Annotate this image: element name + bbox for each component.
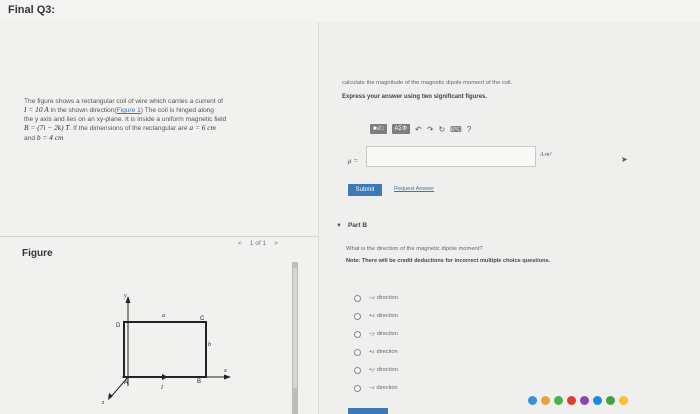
label-y: y [123, 293, 127, 299]
option-label: direction [376, 349, 398, 355]
math-toolbar: ■√□ ΑΣΦ ↶ ↷ ↻ ⌨ ? [370, 123, 471, 135]
label-corner-a: A [124, 380, 128, 386]
note-text: Note: There will be credit deductions fo… [346, 258, 551, 264]
unit-label: A·m² [540, 152, 552, 158]
mu-label: μ = [348, 157, 358, 165]
option-row[interactable]: − y direction [354, 325, 398, 343]
radio-button[interactable] [354, 366, 361, 374]
app-icon[interactable] [554, 396, 563, 405]
option-axis: z [372, 385, 375, 391]
collapse-triangle-icon[interactable]: ▼ [336, 223, 342, 229]
app-icon[interactable] [606, 396, 615, 405]
label-current: I [160, 385, 164, 391]
option-row[interactable]: + z direction [354, 343, 398, 361]
app-icon[interactable] [593, 396, 602, 405]
part-a-instruction: Express your answer using two significan… [342, 94, 488, 100]
submit-button[interactable]: Submit [348, 184, 382, 196]
part-b-header[interactable]: ▼ Part B [336, 222, 367, 229]
label-corner-c: C [200, 316, 205, 322]
app-icon[interactable] [567, 396, 576, 405]
radio-button[interactable] [354, 348, 361, 356]
option-axis: y [372, 331, 375, 337]
keyboard-icon[interactable]: ⌨ [450, 125, 462, 134]
answer-input[interactable] [366, 146, 536, 167]
coil-diagram: y x z a b I A B C D [101, 293, 231, 406]
part-b-question: What is the direction of the magnetic di… [346, 246, 483, 252]
z-arrow-icon [108, 393, 113, 400]
greek-symbols-button[interactable]: ΑΣΦ [391, 124, 411, 134]
app-icon[interactable] [528, 396, 537, 405]
app-icon[interactable] [580, 396, 589, 405]
help-icon[interactable]: ? [467, 125, 471, 134]
part-b-title: Part B [347, 222, 368, 229]
option-row[interactable]: − z direction [354, 379, 398, 397]
part-a-question: calculate the magnitude of the magnetic … [342, 80, 513, 86]
templates-button[interactable]: ■√□ [370, 124, 387, 134]
direction-options: − x direction + x direction − y direction +… [354, 289, 398, 397]
label-b: b [208, 342, 211, 348]
option-axis: x [372, 313, 375, 319]
app-icon[interactable] [619, 396, 628, 405]
request-answer-link[interactable]: Request Answer [394, 186, 434, 192]
label-a: a [162, 313, 165, 319]
label-x: x [223, 368, 227, 374]
taskbar-icons [528, 396, 628, 405]
option-row[interactable]: + y direction [354, 361, 398, 379]
redo-icon[interactable]: ↷ [427, 125, 434, 134]
app-icon[interactable] [541, 396, 550, 405]
radio-button[interactable] [354, 294, 361, 302]
part-b-submit-button[interactable] [348, 408, 388, 414]
label-z: z [101, 400, 105, 406]
option-axis: x [372, 295, 375, 301]
label-corner-d: D [116, 323, 121, 329]
radio-button[interactable] [354, 384, 361, 392]
option-label: direction [376, 385, 398, 391]
option-label: direction [376, 367, 398, 373]
label-corner-b: B [197, 379, 201, 385]
radio-button[interactable] [354, 330, 361, 338]
option-axis: z [372, 349, 375, 355]
option-row[interactable]: − x direction [354, 289, 398, 307]
coil-rectangle [123, 321, 207, 378]
current-arrow-icon [162, 374, 168, 380]
option-label: direction [376, 313, 398, 319]
mouse-cursor-icon: ➤ [621, 155, 628, 164]
radio-button[interactable] [354, 312, 361, 320]
reset-icon[interactable]: ↻ [438, 125, 445, 134]
part-b-note: Note: There will be credit deductions fo… [346, 258, 550, 264]
option-label: direction [376, 295, 398, 301]
option-axis: y [372, 367, 375, 373]
option-row[interactable]: + x direction [354, 307, 398, 325]
option-label: direction [376, 331, 398, 337]
x-arrow-icon [224, 374, 231, 380]
undo-icon[interactable]: ↶ [415, 125, 422, 134]
figure-scrollbar-thumb[interactable] [293, 268, 297, 388]
